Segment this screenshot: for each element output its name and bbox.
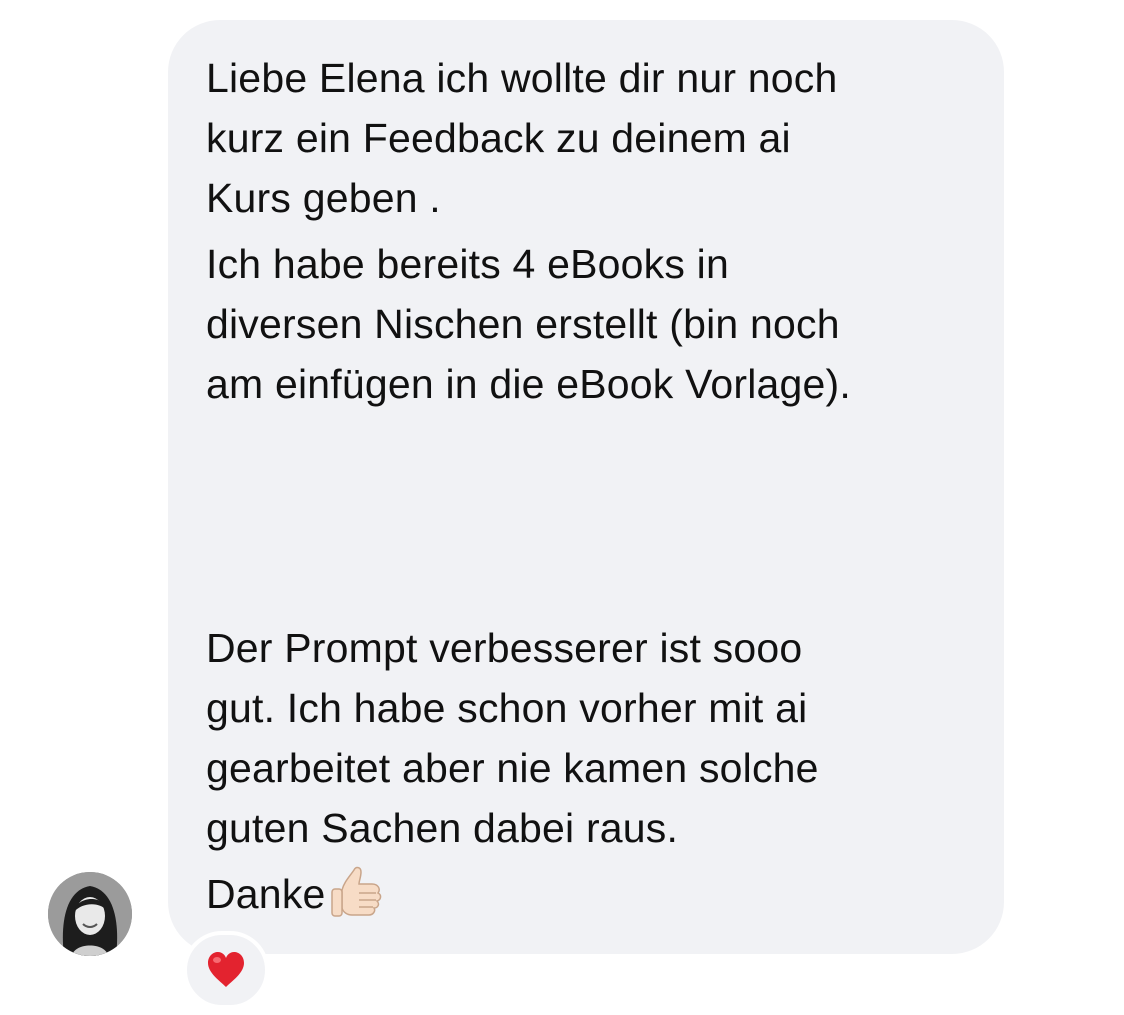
red-heart-icon (208, 952, 244, 987)
avatar-photo (48, 872, 132, 956)
thumbs-up-icon (328, 862, 386, 920)
message-closing-text: Danke (206, 871, 326, 917)
message-paragraph-3: Der Prompt verbesserer ist sooo gut. Ich… (206, 625, 819, 851)
message-paragraph-2: Ich habe bereits 4 eBooks in diversen Ni… (206, 241, 852, 407)
reaction-badge[interactable] (183, 931, 269, 1009)
avatar[interactable] (48, 872, 132, 956)
message-paragraph-1: Liebe Elena ich wollte dir nur noch kurz… (206, 55, 838, 221)
message-closing-line: Danke (206, 862, 986, 924)
